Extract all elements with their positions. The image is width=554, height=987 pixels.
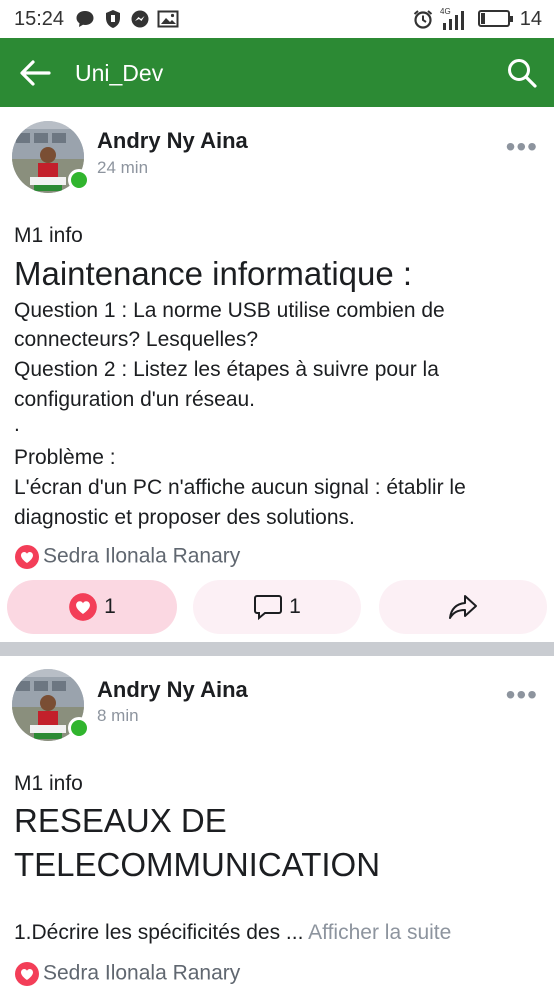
share-icon xyxy=(449,595,477,619)
image-icon xyxy=(157,10,179,28)
reactions-summary[interactable]: Sedra Ilonala Ranary xyxy=(14,961,240,987)
post-body-line: Question 2 : Listez les étapes à suivre … xyxy=(14,358,439,381)
comment-button[interactable]: 1 xyxy=(193,580,361,634)
post-card: Andry Ny Aina 24 min ••• M1 info Mainten… xyxy=(0,107,554,642)
post-body-line: diagnostic et proposer des solutions. xyxy=(14,506,355,529)
status-time: 15:24 xyxy=(14,8,65,30)
post-body-line: L'écran d'un PC n'affiche aucun signal :… xyxy=(14,476,466,499)
messenger-icon xyxy=(131,10,149,28)
battery-level: 14 xyxy=(519,8,542,30)
post-title: Maintenance informatique : xyxy=(14,255,413,292)
share-button[interactable] xyxy=(379,580,547,634)
arrow-left-icon[interactable] xyxy=(18,58,52,88)
alarm-icon xyxy=(413,10,433,29)
heart-icon xyxy=(69,593,98,621)
status-bar: 15:24 4G 14 xyxy=(0,0,554,38)
search-icon[interactable] xyxy=(506,57,538,89)
post-card: Andry Ny Aina 8 min ••• M1 info RESEAUX … xyxy=(0,656,554,987)
heart-icon xyxy=(15,545,39,569)
online-status-dot xyxy=(68,169,90,191)
online-status-dot xyxy=(68,717,90,739)
reactor-name: Sedra Ilonala Ranary xyxy=(43,961,241,985)
post-body-line: configuration d'un réseau. xyxy=(14,388,256,411)
signal-icon: 4G xyxy=(440,7,470,30)
like-count: 1 xyxy=(104,595,116,618)
comment-count: 1 xyxy=(289,595,301,618)
post-time[interactable]: 8 min xyxy=(97,706,139,726)
reactor-name: Sedra Ilonala Ranary xyxy=(43,544,241,568)
chat-bubble-icon xyxy=(76,11,94,27)
post-title-line: TELECOMMUNICATION xyxy=(14,846,381,883)
post-body-line: . xyxy=(14,413,20,436)
post-body-preview: 1.Décrire les spécificités des ... Affic… xyxy=(14,918,451,947)
battery-icon xyxy=(478,10,513,27)
group-tag: M1 info xyxy=(14,772,83,795)
app-bar: Uni_Dev xyxy=(0,38,554,107)
more-options-icon[interactable]: ••• xyxy=(506,131,538,163)
author-name[interactable]: Andry Ny Aina xyxy=(97,677,248,703)
post-body-line: connecteurs? Lesquelles? xyxy=(14,328,259,351)
post-body-line: Problème : xyxy=(14,446,116,469)
post-title-line: RESEAUX DE xyxy=(14,802,227,839)
post-time[interactable]: 24 min xyxy=(97,158,148,178)
author-name[interactable]: Andry Ny Aina xyxy=(97,128,248,154)
post-body-line: Question 1 : La norme USB utilise combie… xyxy=(14,299,445,322)
comment-icon xyxy=(254,595,283,621)
more-options-icon[interactable]: ••• xyxy=(506,679,538,711)
reactions-summary[interactable]: Sedra Ilonala Ranary xyxy=(14,544,240,570)
post-separator xyxy=(0,642,554,656)
group-title: Uni_Dev xyxy=(75,60,164,86)
like-button[interactable]: 1 xyxy=(7,580,177,634)
post-body-text: 1.Décrire les spécificités des ... xyxy=(14,921,304,944)
shield-icon xyxy=(106,10,120,28)
see-more-link[interactable]: Afficher la suite xyxy=(308,921,451,944)
group-tag: M1 info xyxy=(14,224,83,247)
heart-icon xyxy=(15,962,39,986)
network-label: 4G xyxy=(440,7,451,16)
